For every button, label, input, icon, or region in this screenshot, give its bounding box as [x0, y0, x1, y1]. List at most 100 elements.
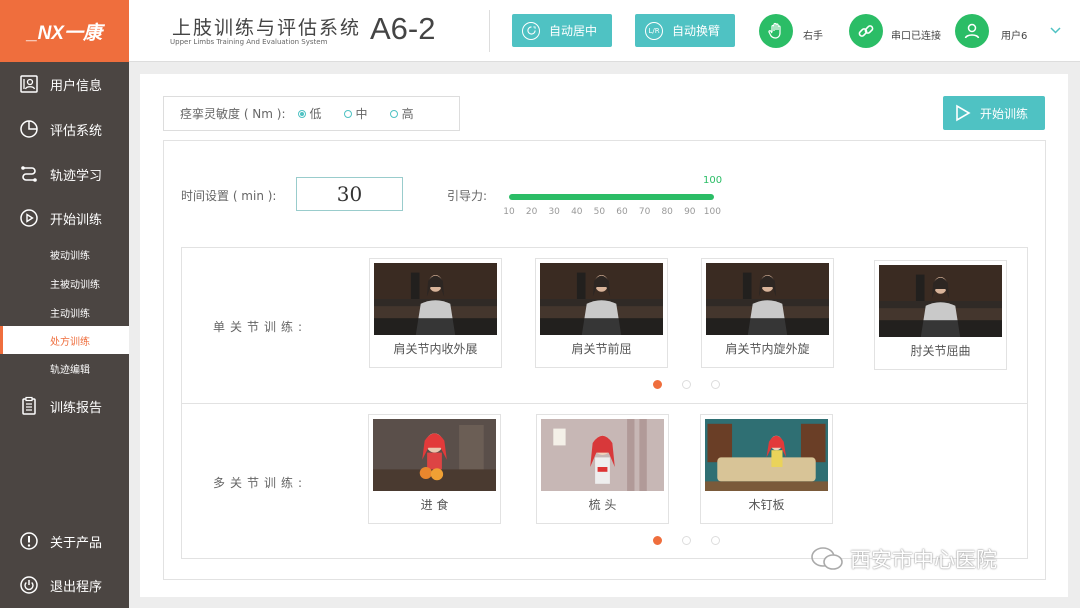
app-subtitle: Upper Limbs Training And Evaluation Syst…: [170, 38, 328, 46]
sidebar-item-label: 开始训练: [50, 212, 103, 228]
clipboard-icon: [22, 396, 36, 415]
multi-card[interactable]: 进 食: [368, 414, 501, 524]
app-window: _NX一康 用户信息 评估系统 轨迹学习 开始训练 被动训练 主被动训练 主动训…: [0, 0, 1080, 608]
page-dot[interactable]: [653, 536, 662, 545]
sidebar-item-label: 用户信息: [50, 78, 103, 94]
single-card-name: 肘关节屈曲: [910, 344, 971, 358]
single-joint-label: 单关节训练:: [213, 320, 308, 334]
play-icon: [20, 209, 38, 227]
single-card-name: 肩关节内收外展: [393, 342, 478, 356]
hand-icon[interactable]: [759, 14, 793, 48]
sidebar-item-exit[interactable]: 退出程序: [0, 563, 129, 607]
spasm-option-mid[interactable]: 中: [343, 105, 368, 122]
sidebar-item-user-info[interactable]: 用户信息: [0, 62, 129, 106]
main-panel: 痉挛灵敏度 ( Nm ): 低 中 高 开始训练 时间设置 ( min ): 3…: [140, 74, 1068, 597]
link-icon[interactable]: [849, 14, 883, 48]
sidebar-item-label: 训练报告: [50, 400, 103, 416]
single-thumbnail: [540, 263, 663, 335]
sidebar-item-about[interactable]: 关于产品: [0, 519, 129, 563]
page-dot[interactable]: [711, 536, 720, 545]
page-dot[interactable]: [711, 380, 720, 389]
radio-icon: [343, 109, 352, 118]
sidebar-subitem-trajectory-edit[interactable]: 轨迹编辑: [0, 354, 129, 382]
multi-card[interactable]: 梳 头: [536, 414, 669, 524]
guide-tick-label: 70: [638, 207, 651, 217]
sidebar-subitem-active-passive[interactable]: 主被动训练: [0, 269, 129, 297]
single-thumbnail: [706, 263, 829, 335]
page-dot[interactable]: [653, 380, 662, 389]
sidebar-item-trajectory-learning[interactable]: 轨迹学习: [0, 152, 129, 196]
single-card[interactable]: 肘关节屈曲: [874, 260, 1007, 370]
radio-label: 高: [401, 107, 414, 121]
guide-force-value: 100: [703, 175, 723, 186]
auto-switch-arm-button[interactable]: L/R 自动换臂: [635, 14, 735, 47]
start-training-label: 开始训练: [980, 106, 1029, 121]
single-card[interactable]: 肩关节内旋外旋: [701, 258, 834, 368]
multi-joint-group: 多关节训练: 进 食 梳 头 木钉板: [181, 403, 1028, 559]
start-training-button[interactable]: 开始训练: [943, 96, 1045, 130]
watermark: 西安市中心医院: [810, 544, 997, 574]
app-title: 上肢训练与评估系统: [172, 17, 362, 39]
auto-center-label: 自动居中: [549, 24, 598, 38]
play-icon: [956, 104, 971, 122]
model-label: A6-2: [370, 11, 436, 46]
guide-tick-label: 40: [571, 207, 583, 217]
guide-tick-label: 100: [703, 207, 721, 217]
radio-label: 中: [355, 107, 368, 121]
radio-icon: [389, 109, 398, 118]
multi-card[interactable]: 木钉板: [700, 414, 833, 524]
page-dot[interactable]: [682, 380, 691, 389]
sidebar-subitem-prescription[interactable]: 处方训练: [0, 326, 129, 354]
guide-force-slider[interactable]: [509, 194, 714, 200]
brand-logo: _NX一康: [0, 0, 129, 62]
center-icon: [522, 21, 540, 40]
radio-label: 低: [309, 107, 322, 121]
watermark-text: 西安市中心医院: [850, 548, 997, 572]
power-icon: [20, 576, 38, 594]
guide-tick-label: 60: [616, 207, 628, 217]
page-dot[interactable]: [682, 536, 691, 545]
user-label: 用户6: [1001, 31, 1028, 42]
single-joint-group: 单关节训练: 肩关节内收外展 肩关节前屈 肩关节内旋外旋 肘关节屈曲: [181, 247, 1028, 404]
single-card-name: 肩关节内旋外旋: [725, 342, 810, 356]
single-card[interactable]: 肩关节前屈: [535, 258, 668, 368]
serial-status-label: 串口已连接: [891, 31, 941, 42]
spasm-option-low[interactable]: 低: [297, 105, 322, 122]
wechat-icon: [811, 547, 843, 570]
sidebar-item-start-training[interactable]: 开始训练: [0, 196, 129, 240]
path-icon: [21, 166, 37, 182]
single-thumbnail: [374, 263, 497, 335]
training-config-panel: 时间设置 ( min ): 30 引导力: 100 10 20 30 40 50 60 70…: [163, 140, 1046, 580]
guide-tick-label: 20: [525, 207, 538, 217]
spasm-label: 痉挛灵敏度 ( Nm ):: [180, 107, 286, 121]
sidebar: _NX一康 用户信息 评估系统 轨迹学习 开始训练 被动训练 主被动训练 主动训…: [0, 0, 129, 608]
user-avatar-icon[interactable]: [955, 14, 989, 48]
sidebar-item-label: 轨迹学习: [50, 168, 103, 184]
single-card-name: 肩关节前屈: [571, 342, 632, 356]
radio-selected-icon: [297, 109, 306, 118]
left-right-icon: L/R: [645, 21, 663, 40]
sidebar-subitem-active[interactable]: 主动训练: [0, 298, 129, 326]
divider: [489, 10, 490, 52]
chevron-down-icon[interactable]: [1050, 27, 1061, 35]
multi-thumbnail: [541, 419, 664, 491]
sidebar-item-report[interactable]: 训练报告: [0, 384, 129, 428]
time-setting-label: 时间设置 ( min ):: [181, 189, 277, 203]
auto-switch-label: 自动换臂: [672, 24, 721, 38]
spasm-option-high[interactable]: 高: [389, 105, 414, 122]
auto-center-button[interactable]: 自动居中: [512, 14, 612, 47]
sidebar-subitem-passive[interactable]: 被动训练: [0, 240, 129, 268]
guide-tick-label: 90: [684, 207, 696, 217]
single-card[interactable]: 肩关节内收外展: [369, 258, 502, 368]
info-icon: [20, 532, 38, 550]
multi-card-name: 木钉板: [748, 498, 785, 512]
user-card-icon: [20, 75, 38, 93]
time-input[interactable]: 30: [296, 177, 403, 211]
multi-card-name: 进 食: [420, 498, 449, 512]
spasm-sensitivity-box: 痉挛灵敏度 ( Nm ): 低 中 高: [163, 96, 460, 131]
multi-thumbnail: [705, 419, 828, 491]
guide-tick-label: 50: [593, 207, 606, 217]
sidebar-item-assessment[interactable]: 评估系统: [0, 107, 129, 151]
guide-tick-label: 10: [503, 207, 515, 217]
sidebar-item-label: 退出程序: [50, 579, 103, 595]
